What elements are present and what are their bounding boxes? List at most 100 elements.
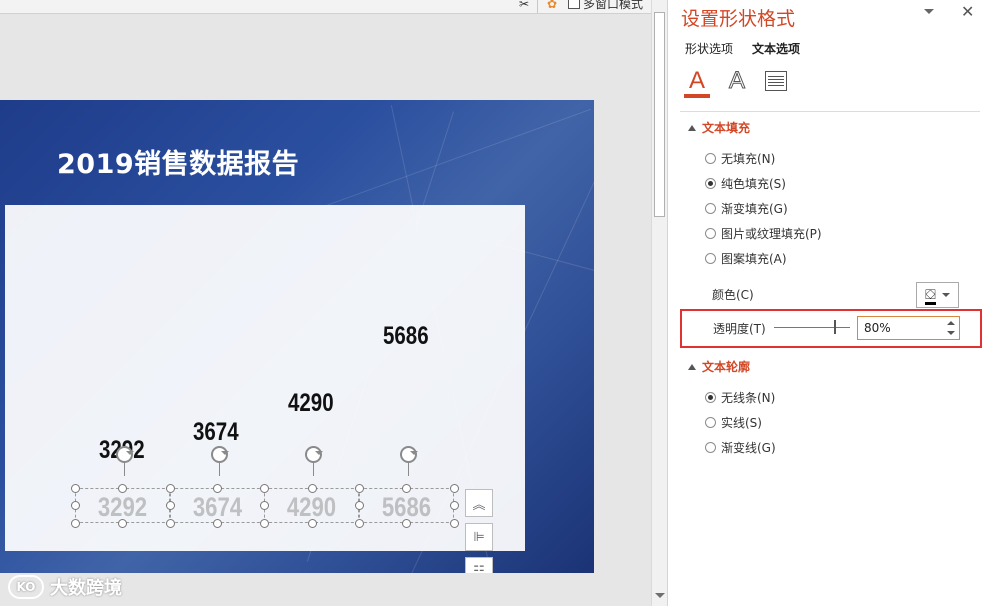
slide-title[interactable]: 2019销售数据报告 xyxy=(57,142,299,181)
tab-text-options[interactable]: 文本选项 xyxy=(752,40,800,57)
divider xyxy=(680,111,980,112)
resize-handle[interactable] xyxy=(355,519,364,528)
transparency-slider[interactable] xyxy=(774,327,850,328)
collapse-triangle-icon xyxy=(688,363,696,370)
watermark: KO 大数跨境 xyxy=(8,574,122,600)
textbox-icon[interactable] xyxy=(765,71,787,91)
resize-handle[interactable] xyxy=(213,519,222,528)
pane-title: 设置形状格式 xyxy=(681,8,796,30)
section-header: 文本轮廓 xyxy=(702,360,751,374)
selected-textbox[interactable]: 4290 xyxy=(264,488,359,523)
resize-handle[interactable] xyxy=(450,484,459,493)
align-left-icon[interactable]: ⊫ xyxy=(465,523,493,551)
radio-picture-fill[interactable]: 图片或纹理填充(P) xyxy=(705,225,822,242)
section-header: 文本填充 xyxy=(702,121,751,135)
resize-handle[interactable] xyxy=(308,519,317,528)
text-outline-icon[interactable]: A xyxy=(725,67,749,95)
radio-label: 渐变填充(G) xyxy=(721,202,788,216)
radio-solid-line[interactable]: 实线(S) xyxy=(705,414,762,431)
resize-handle[interactable] xyxy=(355,501,364,510)
resize-handle[interactable] xyxy=(166,501,175,510)
resize-handle[interactable] xyxy=(166,519,175,528)
resize-handle[interactable] xyxy=(118,519,127,528)
radio-gradient-line[interactable]: 渐变线(G) xyxy=(705,439,776,456)
collapse-up-icon[interactable]: ︽ xyxy=(465,489,493,517)
window-icon xyxy=(568,0,580,9)
resize-handle[interactable] xyxy=(402,484,411,493)
transparency-label: 透明度(T) xyxy=(713,322,766,336)
section-text-outline[interactable]: 文本轮廓 xyxy=(688,358,750,375)
tools-icon[interactable]: ✂ xyxy=(515,0,533,12)
resize-handle[interactable] xyxy=(71,519,80,528)
settings-icon[interactable]: ✿ xyxy=(543,0,561,12)
paint-bucket-icon: ⛋ xyxy=(925,287,936,305)
top-toolbar: ✂ ✿ 多窗口模式 xyxy=(0,0,652,14)
selected-textbox[interactable]: 5686 xyxy=(359,488,454,523)
value-label[interactable]: 3674 xyxy=(193,418,239,447)
rotate-handle-icon[interactable] xyxy=(211,446,229,463)
watermark-logo: KO xyxy=(8,575,44,599)
text-fill-icon[interactable]: A xyxy=(684,67,710,98)
slide-canvas[interactable]: 2019销售数据报告 5686 4290 3674 3292 3292 3674… xyxy=(0,100,594,573)
resize-handle[interactable] xyxy=(118,484,127,493)
rotate-handle-icon[interactable] xyxy=(305,446,323,463)
resize-handle[interactable] xyxy=(402,519,411,528)
layout-options-icon[interactable]: ☷ xyxy=(465,557,493,573)
vertical-scrollbar[interactable] xyxy=(651,0,667,606)
radio-icon xyxy=(705,417,716,428)
slider-thumb[interactable] xyxy=(834,320,836,334)
multi-window-label: 多窗口模式 xyxy=(583,0,644,11)
radio-no-line[interactable]: 无线条(N) xyxy=(705,389,775,406)
close-icon[interactable]: ✕ xyxy=(961,2,974,21)
resize-handle[interactable] xyxy=(450,501,459,510)
selected-textbox[interactable]: 3674 xyxy=(170,488,265,523)
resize-handle[interactable] xyxy=(308,484,317,493)
rotate-handle-icon[interactable] xyxy=(116,446,134,463)
radio-selected-icon xyxy=(705,392,716,403)
radio-label: 无填充(N) xyxy=(721,152,776,166)
resize-handle[interactable] xyxy=(260,484,269,493)
radio-label: 纯色填充(S) xyxy=(721,177,786,191)
radio-solid-fill[interactable]: 纯色填充(S) xyxy=(705,175,786,192)
watermark-text: 大数跨境 xyxy=(50,578,122,599)
spin-down-icon[interactable] xyxy=(947,331,955,335)
resize-handle[interactable] xyxy=(71,484,80,493)
color-picker-button[interactable]: ⛋ xyxy=(916,282,959,308)
resize-handle[interactable] xyxy=(71,501,80,510)
value-label[interactable]: 5686 xyxy=(383,322,429,351)
radio-label: 无线条(N) xyxy=(721,391,776,405)
radio-icon xyxy=(705,253,716,264)
radio-icon xyxy=(705,442,716,453)
radio-icon xyxy=(705,228,716,239)
resize-handle[interactable] xyxy=(450,519,459,528)
tab-shape-options[interactable]: 形状选项 xyxy=(685,40,733,57)
radio-label: 图片或纹理填充(P) xyxy=(721,227,822,241)
color-label: 颜色(C) xyxy=(712,288,754,302)
resize-handle[interactable] xyxy=(213,484,222,493)
resize-handle[interactable] xyxy=(166,484,175,493)
radio-pattern-fill[interactable]: 图案填充(A) xyxy=(705,250,787,267)
spin-up-icon[interactable] xyxy=(947,321,955,325)
radio-no-fill[interactable]: 无填充(N) xyxy=(705,150,775,167)
radio-label: 渐变线(G) xyxy=(721,441,776,455)
rotate-handle-icon[interactable] xyxy=(400,446,418,463)
radio-icon xyxy=(705,153,716,164)
collapse-triangle-icon xyxy=(688,124,696,131)
radio-icon xyxy=(705,203,716,214)
resize-handle[interactable] xyxy=(260,519,269,528)
resize-handle[interactable] xyxy=(355,484,364,493)
multi-window-button[interactable]: 多窗口模式 xyxy=(568,0,643,12)
scroll-down-icon[interactable] xyxy=(655,593,665,603)
format-shape-pane: 设置形状格式 ✕ 形状选项 文本选项 A A 文本填充 无填充(N) 纯色填充(… xyxy=(667,0,993,606)
value-label[interactable]: 4290 xyxy=(288,389,334,418)
selected-textbox[interactable]: 3292 xyxy=(75,488,170,523)
radio-gradient-fill[interactable]: 渐变填充(G) xyxy=(705,200,788,217)
pane-options-chevron-icon[interactable] xyxy=(924,9,934,19)
radio-selected-icon xyxy=(705,178,716,189)
scrollbar-thumb[interactable] xyxy=(654,12,665,217)
slide-editor: ✂ ✿ 多窗口模式 2019销售数据报告 5686 4290 3674 3292… xyxy=(0,0,652,606)
transparency-spinner[interactable] xyxy=(944,318,958,338)
resize-handle[interactable] xyxy=(260,501,269,510)
section-text-fill[interactable]: 文本填充 xyxy=(688,119,750,136)
radio-label: 实线(S) xyxy=(721,416,762,430)
